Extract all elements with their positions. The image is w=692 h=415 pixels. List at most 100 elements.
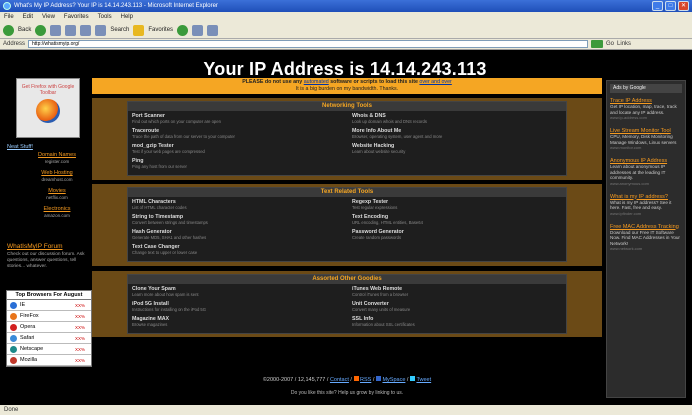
tool-description: Browse magazines <box>132 322 168 327</box>
tool-item[interactable]: Hash Generator Generate MD5, SHA1 and oth… <box>132 229 342 244</box>
menu-file[interactable]: File <box>4 12 14 22</box>
section-title: Networking Tools <box>128 102 566 111</box>
tool-item[interactable]: Regexp Tester Test regular expressions <box>352 199 562 214</box>
tool-item[interactable]: HTML Characters List of HTML character co… <box>132 199 342 214</box>
back-icon[interactable] <box>3 24 14 36</box>
address-input[interactable]: http://whatismyip.org/ <box>28 40 589 48</box>
address-bar: Address http://whatismyip.org/ Go Links <box>0 39 692 50</box>
ad-title[interactable]: Free MAC Address Tracking <box>610 224 682 230</box>
browser-icon <box>10 323 17 331</box>
forum-link[interactable]: WhatIsMyIP Forum <box>7 243 91 250</box>
link-electronics[interactable]: Electronics <box>24 206 90 212</box>
myspace-link[interactable]: MySpace <box>382 377 405 383</box>
contact-link[interactable]: Contact <box>330 377 349 383</box>
search-label[interactable]: Search <box>110 27 129 33</box>
tool-description: Generate MD5, SHA1 and other hashes <box>132 235 207 240</box>
firefox-ad-title: Get Firefox with Google Toolbar <box>21 84 75 96</box>
tool-item[interactable]: Text Encoding URL encoding, HTML entities… <box>352 214 562 229</box>
back-label[interactable]: Back <box>18 27 31 33</box>
go-label[interactable]: Go <box>606 41 614 47</box>
tool-description: Convert between strings and timestamps <box>132 220 208 225</box>
ad-text: Download our Free IT Software Now. Find … <box>610 229 680 246</box>
forward-icon[interactable] <box>35 24 47 36</box>
firefox-ad[interactable]: Get Firefox with Google Toolbar <box>16 78 80 138</box>
myspace-icon[interactable] <box>375 376 381 381</box>
address-label: Address <box>3 41 26 47</box>
tool-item[interactable]: Traceroute Trace the path of data from ou… <box>132 128 342 143</box>
top-browsers-table: Top Browsers For August IE XX% FireFox XX% O… <box>6 290 92 367</box>
tool-item[interactable]: Website Hacking Learn about website secur… <box>352 143 562 158</box>
tool-description: Create random passwords <box>352 235 402 240</box>
link-web-hosting[interactable]: Web Hosting <box>24 170 90 176</box>
ad-url[interactable]: www.ip-address.com <box>610 115 682 120</box>
ad-text: Learn about anonymous IP addresses at th… <box>610 164 666 180</box>
browser-percent: XX% <box>74 302 85 308</box>
links-label[interactable]: Links <box>617 41 631 47</box>
ad-url[interactable]: www.network.com <box>610 246 682 251</box>
tweet-icon[interactable] <box>410 376 415 381</box>
close-button[interactable]: ✕ <box>678 1 689 11</box>
menu-edit[interactable]: Edit <box>23 12 33 22</box>
refresh-icon[interactable] <box>65 24 77 36</box>
tool-item[interactable]: More Info About Me Browser, operating sys… <box>352 128 562 143</box>
tool-item[interactable]: Whois & DNS Look up domain whois and DNS … <box>352 113 562 128</box>
stop-icon[interactable] <box>50 24 62 36</box>
goodies-section: Assorted Other Goodies Clone Your Spam Le… <box>127 274 567 334</box>
ad-url[interactable]: www.anonymous.com <box>610 181 682 186</box>
tool-description: Learn more about how spam is sent <box>132 292 199 297</box>
tool-item[interactable]: String to Timestamp Convert between strin… <box>132 214 342 229</box>
go-icon[interactable] <box>591 40 604 48</box>
browser-row: Mozilla XX% <box>7 355 91 366</box>
tool-item[interactable]: Unit Converter Convert many units of meas… <box>352 301 562 316</box>
tool-item[interactable]: Magazine MAX Browse magazines <box>132 316 342 331</box>
tool-item[interactable]: mod_gzip Tester Test if your web pages ar… <box>132 143 342 158</box>
google-ad[interactable]: What is my IP address? What is my IP addr… <box>610 194 682 216</box>
browser-name: Mozilla <box>20 357 38 363</box>
browser-row: FireFox XX% <box>7 311 91 322</box>
tool-item[interactable]: iPod 5G Install Instructions for installi… <box>132 301 342 316</box>
tool-item[interactable]: SSL Info Information about SSL certificat… <box>352 316 562 331</box>
google-ad[interactable]: Anonymous IP Address Learn about anonymou… <box>610 158 682 186</box>
tool-item[interactable]: Ping Ping any host from our server <box>132 158 342 173</box>
link-electronics-sub: amazon.com <box>44 213 70 218</box>
tool-item[interactable]: Text Case Changer Change text to upper or… <box>132 244 342 259</box>
menu-view[interactable]: View <box>42 12 55 22</box>
browser-name: IE <box>20 302 26 308</box>
ads-by-google[interactable]: Ads by Google <box>610 84 682 93</box>
history-icon[interactable] <box>177 24 189 36</box>
menu-help[interactable]: Help <box>121 12 133 22</box>
print-icon[interactable] <box>207 24 219 36</box>
home-icon[interactable] <box>80 24 92 36</box>
notice-text-2: software or scripts to load this site <box>328 79 420 85</box>
tool-description: Instructions for installing on the iPod … <box>132 307 207 312</box>
link-movies[interactable]: Movies <box>24 188 90 194</box>
tool-item[interactable]: Clone Your Spam Learn more about how spam… <box>132 286 342 301</box>
browser-name: Netscape <box>20 346 44 352</box>
tool-item[interactable]: Password Generator Create random password… <box>352 229 562 244</box>
firefox-logo-icon <box>36 99 60 123</box>
section-title: Text Related Tools <box>128 188 566 197</box>
menu-tools[interactable]: Tools <box>98 12 112 22</box>
favorites-label[interactable]: Favorites <box>148 27 173 33</box>
mail-icon[interactable] <box>192 24 204 36</box>
google-ad[interactable]: Free MAC Address Tracking Download our Fr… <box>610 224 682 252</box>
minimize-button[interactable]: _ <box>652 1 663 11</box>
favorites-icon[interactable] <box>133 24 145 36</box>
rss-link[interactable]: RSS <box>360 377 371 383</box>
link-domain-names[interactable]: Domain Names <box>24 152 90 158</box>
tweet-link[interactable]: Tweet <box>416 377 431 383</box>
ad-url[interactable]: www.ipfinder.com <box>610 211 682 216</box>
maximize-button[interactable]: □ <box>665 1 676 11</box>
tool-description: Find out which ports on your computer ar… <box>132 119 221 124</box>
google-ad[interactable]: Trace IP Address Get IP location, map, tr… <box>610 98 682 120</box>
search-icon[interactable] <box>95 24 107 36</box>
tool-item[interactable]: Port Scanner Find out which ports on your… <box>132 113 342 128</box>
notice-link-automated[interactable]: automated <box>304 79 329 85</box>
tool-item[interactable]: iTunes Web Remote Control iTunes from a b… <box>352 286 562 301</box>
menu-favorites[interactable]: Favorites <box>64 12 89 22</box>
google-ad[interactable]: Live Stream Monitor Tool CPU, Memory, Dis… <box>610 128 682 150</box>
ad-url[interactable]: www.monitor.com <box>610 145 682 150</box>
neat-stuff-heading[interactable]: Neat Stuff! <box>7 144 33 150</box>
rss-icon[interactable] <box>353 376 359 381</box>
notice-link-over[interactable]: over and over <box>419 79 451 85</box>
